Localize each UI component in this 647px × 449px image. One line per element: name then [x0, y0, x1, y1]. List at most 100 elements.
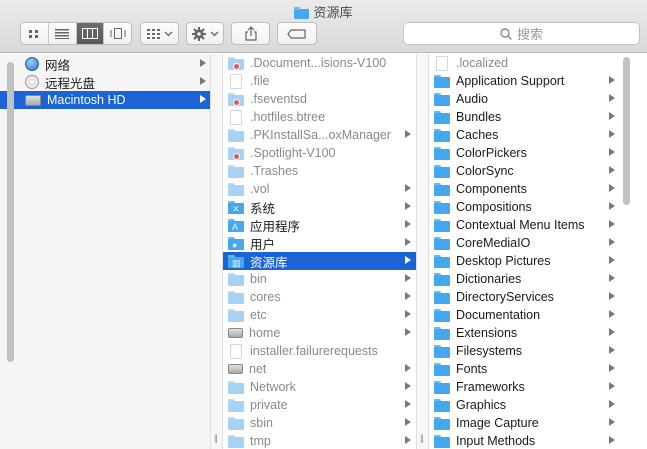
library-item-row[interactable]: Frameworks: [429, 378, 621, 396]
disclosure-arrow-icon: [609, 76, 615, 84]
list-view-button[interactable]: [49, 23, 77, 44]
disclosure-arrow-icon: [609, 130, 615, 138]
library-item-row[interactable]: Image Capture: [429, 414, 621, 432]
library-item-row[interactable]: Documentation: [429, 306, 621, 324]
disclosure-arrow-icon: [609, 148, 615, 156]
column-resize-grip[interactable]: ||: [420, 433, 424, 443]
root-item-row[interactable]: net: [223, 360, 417, 378]
column-divider[interactable]: ||: [210, 54, 223, 449]
users-folder-icon: ●: [228, 236, 244, 250]
library-scrollbar[interactable]: [623, 57, 630, 205]
root-item-label: 应用程序: [250, 219, 301, 234]
sidebar-item-row[interactable]: Macintosh HD: [0, 91, 210, 109]
library-item-row[interactable]: Dictionaries: [429, 270, 621, 288]
root-item-label: 用户: [250, 237, 276, 252]
root-item-row[interactable]: installer.failurerequests: [223, 342, 417, 360]
folder-icon: [434, 110, 450, 124]
library-item-row[interactable]: ColorSync: [429, 162, 621, 180]
disclosure-arrow-icon: [609, 220, 615, 228]
library-item-row[interactable]: Desktop Pictures: [429, 252, 621, 270]
root-item-row[interactable]: ▥ 资源库: [223, 252, 417, 270]
column-resize-grip[interactable]: ||: [214, 433, 218, 443]
folder-icon: [434, 344, 450, 358]
library-item-row[interactable]: Audio: [429, 90, 621, 108]
remote-disc-icon: [25, 75, 39, 89]
library-item-row[interactable]: CoreMediaIO: [429, 234, 621, 252]
folder-icon: [434, 416, 450, 430]
action-button[interactable]: [186, 22, 224, 45]
library-item-row[interactable]: Extensions: [429, 324, 621, 342]
arrange-button[interactable]: [140, 22, 179, 45]
root-item-row[interactable]: ✕ 系统: [223, 198, 417, 216]
library-item-row[interactable]: Compositions: [429, 198, 621, 216]
root-item-label: 资源库: [250, 255, 288, 270]
library-item-row[interactable]: .localized: [429, 54, 621, 72]
disclosure-arrow-icon: [609, 418, 615, 426]
folder-icon: [228, 434, 244, 448]
library-item-row[interactable]: Input Methods: [429, 432, 621, 449]
root-item-label: .file: [250, 74, 270, 88]
root-item-row[interactable]: home: [223, 324, 417, 342]
root-item-row[interactable]: .Spotlight-V100: [223, 144, 417, 162]
library-item-row[interactable]: Caches: [429, 126, 621, 144]
column-view-button[interactable]: [76, 23, 105, 44]
search-field[interactable]: 搜索: [403, 22, 640, 45]
library-item-label: ColorPickers: [456, 146, 527, 160]
sidebar-item-row[interactable]: 网络: [0, 55, 210, 73]
icon-view-button[interactable]: [21, 23, 49, 44]
network-globe-icon: [25, 57, 39, 71]
library-item-row[interactable]: Contextual Menu Items: [429, 216, 621, 234]
root-item-row[interactable]: .PKInstallSa...oxManager: [223, 126, 417, 144]
library-item-row[interactable]: Bundles: [429, 108, 621, 126]
library-item-row[interactable]: Filesystems: [429, 342, 621, 360]
library-folder-icon: ▥: [228, 254, 244, 268]
root-item-row[interactable]: .vol: [223, 180, 417, 198]
library-item-row[interactable]: Application Support: [429, 72, 621, 90]
library-item-label: Desktop Pictures: [456, 254, 551, 268]
folder-icon: [228, 128, 244, 142]
sidebar-item-row[interactable]: 远程光盘: [0, 73, 210, 91]
root-item-label: cores: [250, 290, 281, 304]
library-item-row[interactable]: Graphics: [429, 396, 621, 414]
root-item-row[interactable]: .Trashes: [223, 162, 417, 180]
root-item-row[interactable]: ● 用户: [223, 234, 417, 252]
library-item-label: Graphics: [456, 398, 507, 412]
root-item-row[interactable]: .Document...isions-V100: [223, 54, 417, 72]
root-item-label: private: [250, 398, 288, 412]
network-disk-icon: [228, 364, 243, 374]
root-item-row[interactable]: private: [223, 396, 417, 414]
system-folder-icon: ✕: [228, 200, 244, 214]
disclosure-arrow-icon: [405, 256, 411, 264]
folder-icon: [228, 416, 244, 430]
root-item-row[interactable]: etc: [223, 306, 417, 324]
library-item-row[interactable]: Components: [429, 180, 621, 198]
chevron-down-icon: [164, 31, 172, 36]
root-item-row[interactable]: .file: [223, 72, 417, 90]
root-item-row[interactable]: .hotfiles.btree: [223, 108, 417, 126]
sidebar-scrollbar[interactable]: [7, 62, 14, 362]
root-item-row[interactable]: .fseventsd: [223, 90, 417, 108]
library-item-row[interactable]: ColorPickers: [429, 144, 621, 162]
root-item-row[interactable]: tmp: [223, 432, 417, 449]
tags-button[interactable]: [277, 22, 317, 45]
cover-flow-view-button[interactable]: [104, 23, 131, 44]
root-item-label: home: [249, 326, 281, 340]
root-item-row[interactable]: A 应用程序: [223, 216, 417, 234]
disclosure-arrow-icon: [200, 95, 206, 103]
disclosure-arrow-icon: [609, 112, 615, 120]
disclosure-arrow-icon: [200, 59, 206, 67]
root-item-row[interactable]: bin: [223, 270, 417, 288]
column-divider[interactable]: ||: [416, 54, 429, 449]
icon-view-icon: [29, 29, 39, 38]
root-item-row[interactable]: Network: [223, 378, 417, 396]
window-title: 资源库: [0, 2, 647, 22]
library-item-row[interactable]: DirectoryServices: [429, 288, 621, 306]
root-item-row[interactable]: sbin: [223, 414, 417, 432]
share-button[interactable]: [231, 22, 270, 45]
document-icon: [230, 109, 242, 125]
disclosure-arrow-icon: [405, 202, 411, 210]
folder-icon: [434, 380, 450, 394]
library-item-row[interactable]: Fonts: [429, 360, 621, 378]
root-item-row[interactable]: cores: [223, 288, 417, 306]
disclosure-arrow-icon: [609, 382, 615, 390]
